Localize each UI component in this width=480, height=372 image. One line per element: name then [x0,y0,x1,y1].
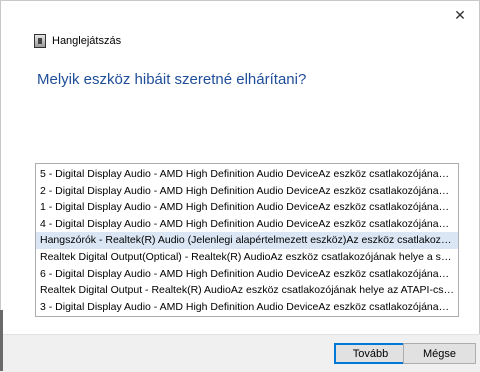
app-title: Hanglejátszás [52,35,122,47]
list-item[interactable]: 2 - Digital Display Audio - AMD High Def… [36,183,458,200]
troubleshooter-window: ✕ Hanglejátszás Melyik eszköz hibáit sze… [0,0,480,372]
list-item[interactable]: 6 - Digital Display Audio - AMD High Def… [36,266,458,283]
list-item[interactable]: Realtek Digital Output - Realtek(R) Audi… [36,282,458,299]
list-item[interactable]: 5 - Digital Display Audio - AMD High Def… [36,166,458,183]
list-item[interactable]: Hangszórók - Realtek(R) Audio (Jelenlegi… [36,232,458,249]
app-header: Hanglejátszás [34,33,121,49]
list-item[interactable]: Realtek Digital Output(Optical) - Realte… [36,249,458,266]
close-icon[interactable]: ✕ [445,3,475,29]
cancel-button[interactable]: Mégse [403,343,476,364]
page-title: Melyik eszköz hibáit szeretné elhárítani… [37,71,307,88]
device-list-items: 5 - Digital Display Audio - AMD High Def… [36,164,458,315]
background-window-edge [0,310,3,371]
device-list[interactable]: 5 - Digital Display Audio - AMD High Def… [35,163,459,317]
list-item[interactable]: 4 - Digital Display Audio - AMD High Def… [36,216,458,233]
title-bar: ✕ [1,1,479,31]
speaker-troubleshooter-icon [34,34,46,48]
next-button[interactable]: Tovább [334,343,407,364]
list-item[interactable]: 3 - Digital Display Audio - AMD High Def… [36,299,458,316]
button-bar: Tovább Mégse [2,334,480,372]
list-item[interactable]: 1 - Digital Display Audio - AMD High Def… [36,199,458,216]
